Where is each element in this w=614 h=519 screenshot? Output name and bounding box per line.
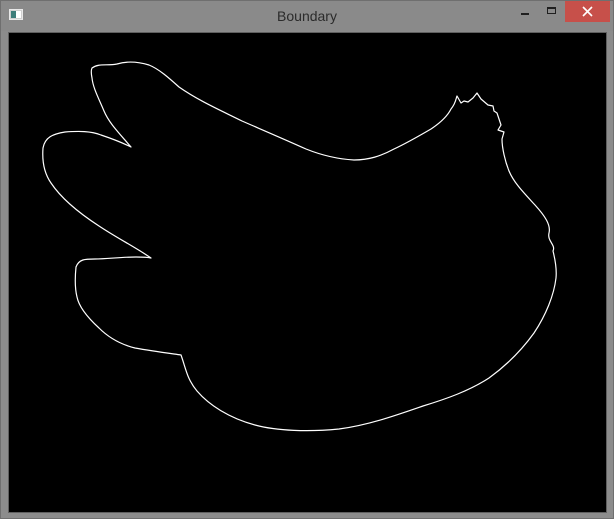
app-window: Boundary [0,0,614,519]
maximize-button[interactable] [538,1,564,22]
minimize-icon [521,13,529,15]
boundary-image [42,61,557,432]
close-icon [582,6,593,17]
maximize-icon [547,7,556,14]
close-button[interactable] [565,1,610,22]
minimize-button[interactable] [511,1,537,22]
image-canvas [8,32,607,513]
title-bar[interactable]: Boundary [1,1,613,31]
boundary-contour [42,61,557,432]
